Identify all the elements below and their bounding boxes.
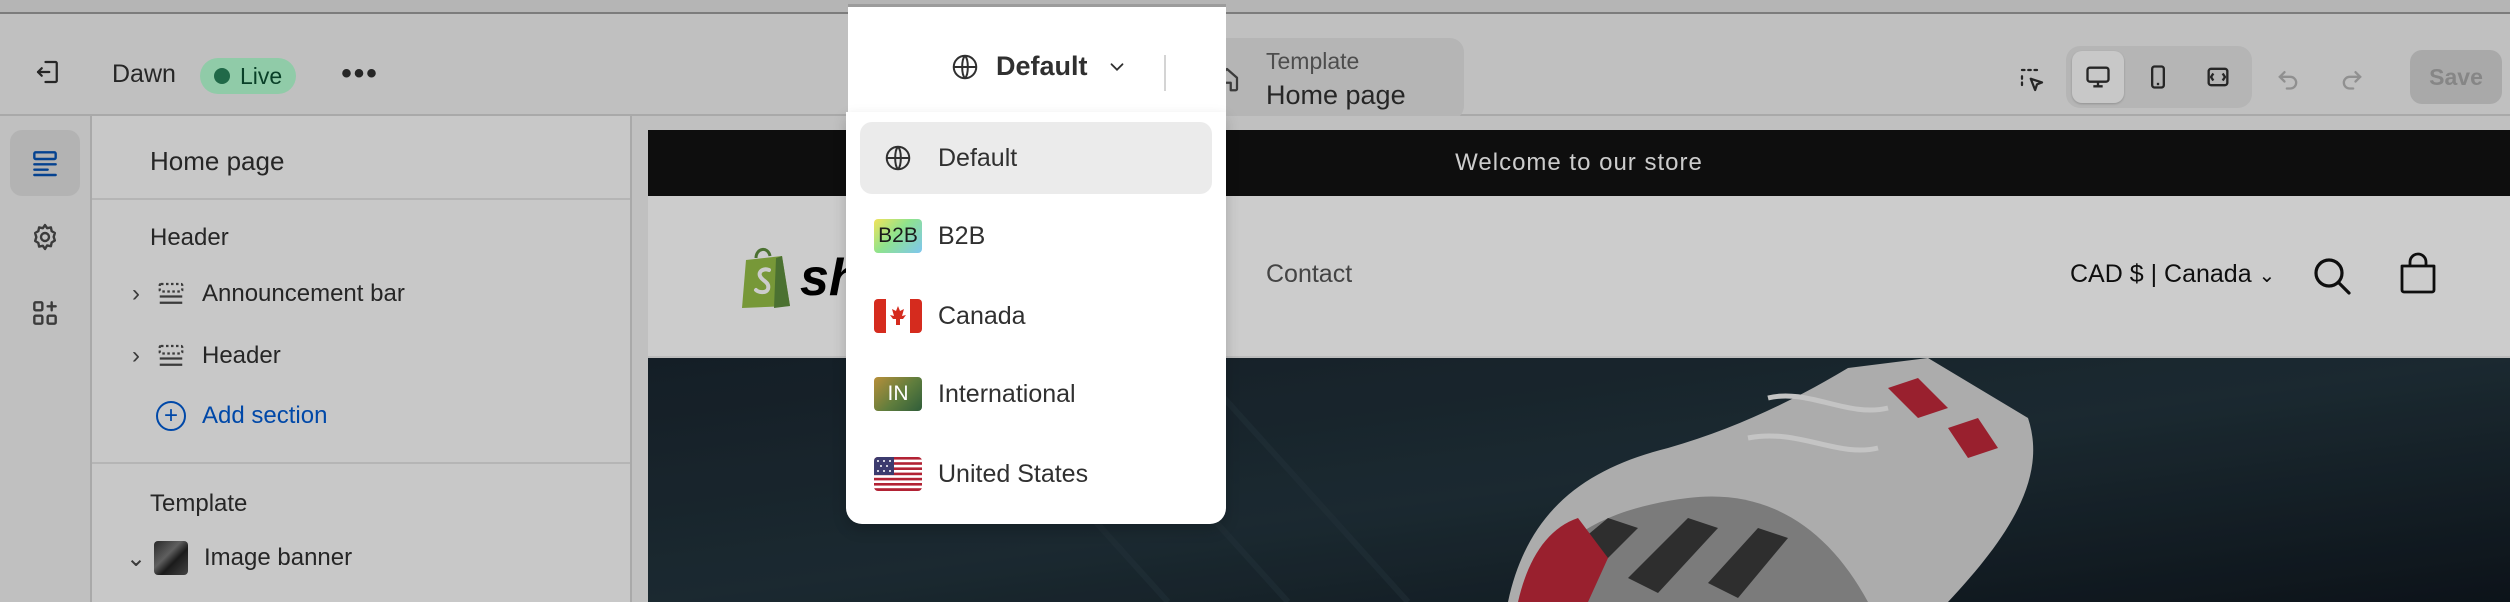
add-section-label: Add section bbox=[202, 402, 328, 429]
status-badge-label: Live bbox=[240, 63, 283, 89]
cart-icon[interactable] bbox=[2394, 250, 2442, 298]
section-item-label: Announcement bar bbox=[202, 280, 405, 307]
market-option-label: Default bbox=[938, 143, 1018, 172]
status-dot bbox=[214, 68, 230, 84]
country-selector-label: CAD $ | Canada bbox=[2070, 260, 2252, 288]
add-circle-icon: + bbox=[156, 401, 186, 431]
browser-strip bbox=[0, 0, 2510, 14]
section-layout-icon bbox=[158, 282, 184, 304]
b2b-market-icon: B2B bbox=[874, 219, 922, 253]
section-layout-icon bbox=[158, 344, 184, 366]
shopify-bag-icon bbox=[742, 248, 790, 308]
section-item-announcement-bar[interactable]: › Announcement bar bbox=[122, 270, 602, 318]
market-option-default[interactable]: Default bbox=[860, 122, 1212, 194]
market-option-label: Canada bbox=[938, 301, 1026, 330]
market-option-b2b[interactable]: B2B B2B bbox=[860, 200, 1212, 272]
market-option-united-states[interactable]: United States bbox=[860, 438, 1212, 510]
international-market-icon: IN bbox=[874, 377, 922, 411]
store-logo[interactable]: sh bbox=[738, 244, 861, 312]
section-item-header[interactable]: › Header bbox=[122, 332, 602, 380]
chevron-down-icon[interactable]: ⌄ bbox=[122, 544, 150, 573]
us-flag-icon bbox=[874, 457, 922, 491]
add-section-button[interactable]: + Add section bbox=[122, 392, 602, 440]
sections-sidebar: Home page Header › Announcement bar › He… bbox=[92, 116, 632, 602]
divider bbox=[1164, 55, 1166, 91]
apps-icon[interactable] bbox=[10, 280, 80, 346]
more-actions-label: ••• bbox=[341, 57, 379, 90]
market-option-international[interactable]: IN International bbox=[860, 358, 1212, 430]
search-icon[interactable] bbox=[2308, 252, 2356, 300]
chevron-right-icon[interactable]: › bbox=[122, 280, 150, 308]
more-actions-icon[interactable]: ••• bbox=[336, 54, 384, 94]
country-selector[interactable]: CAD $ | Canada ⌄ bbox=[2070, 260, 2275, 289]
template-group-heading: Template bbox=[150, 490, 248, 517]
template-page: Home page bbox=[1266, 80, 1406, 110]
editor-top-bar: Dawn Live ••• Template Home page Save bbox=[0, 14, 2510, 120]
editor-rail bbox=[0, 116, 92, 602]
exit-icon[interactable] bbox=[24, 48, 72, 96]
market-option-canada[interactable]: Canada bbox=[860, 280, 1212, 352]
market-option-label: United States bbox=[938, 459, 1089, 488]
section-item-label: Header bbox=[202, 342, 281, 369]
international-badge-text: IN bbox=[887, 382, 909, 405]
theme-editor: Dawn Live ••• Template Home page Save Ho… bbox=[0, 0, 2510, 602]
globe-icon bbox=[874, 141, 922, 175]
device-toggle-group bbox=[2066, 46, 2252, 108]
image-banner-thumbnail bbox=[154, 541, 188, 575]
market-option-label: International bbox=[938, 379, 1076, 408]
divider bbox=[92, 462, 630, 464]
store-name: Dawn bbox=[112, 60, 176, 88]
section-item-label: Image banner bbox=[204, 544, 353, 571]
status-badge: Live bbox=[200, 58, 297, 94]
chevron-right-icon[interactable]: › bbox=[122, 342, 150, 370]
market-selected-label: Default bbox=[996, 51, 1088, 81]
divider bbox=[92, 198, 630, 200]
market-dropdown-menu: Default B2B B2B Canada IN International … bbox=[846, 112, 1226, 524]
fullscreen-view-icon[interactable] bbox=[2192, 51, 2244, 103]
header-group-heading: Header bbox=[150, 224, 229, 251]
mobile-view-icon[interactable] bbox=[2132, 51, 2184, 103]
save-button[interactable]: Save bbox=[2410, 50, 2502, 104]
nav-link-contact[interactable]: Contact bbox=[1266, 260, 1352, 289]
canada-flag-icon bbox=[874, 299, 922, 333]
section-item-image-banner[interactable]: ⌄ Image banner bbox=[122, 534, 602, 582]
b2b-badge-text: B2B bbox=[878, 224, 918, 247]
globe-icon bbox=[952, 54, 978, 79]
template-selector[interactable]: Template Home page bbox=[1188, 38, 1464, 120]
sections-icon[interactable] bbox=[10, 130, 80, 196]
page-title: Home page bbox=[150, 146, 285, 176]
chevron-down-icon: ⌄ bbox=[2258, 265, 2276, 287]
announcement-text: Welcome to our store bbox=[1455, 149, 1703, 176]
redo-icon[interactable] bbox=[2330, 58, 2374, 98]
market-selector-button[interactable]: Default bbox=[848, 4, 1226, 122]
template-label: Template bbox=[1266, 48, 1360, 74]
market-option-label: B2B bbox=[938, 221, 986, 250]
inspector-icon[interactable] bbox=[2012, 60, 2052, 100]
desktop-view-icon[interactable] bbox=[2072, 51, 2124, 103]
theme-settings-icon[interactable] bbox=[10, 204, 80, 270]
undo-icon[interactable] bbox=[2266, 58, 2310, 98]
chevron-down-icon bbox=[1110, 62, 1123, 71]
